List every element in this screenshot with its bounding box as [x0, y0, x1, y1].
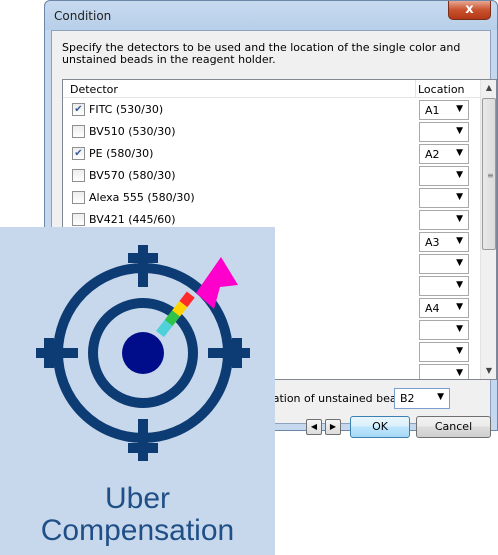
location-select[interactable]: ▼	[419, 254, 469, 274]
detector-label: Alexa 555 (580/30)	[89, 191, 195, 204]
location-select[interactable]: ▼	[419, 276, 469, 296]
detector-checkbox[interactable]	[72, 191, 85, 204]
location-select[interactable]: ▼	[419, 122, 469, 142]
close-button[interactable]: x	[448, 1, 491, 20]
unstained-beads-select[interactable]: B2 ▼	[394, 388, 450, 409]
location-select[interactable]: A2 ▼	[419, 144, 469, 164]
chevron-down-icon: ▼	[456, 280, 463, 290]
dialog-title: Condition	[54, 9, 112, 23]
detector-row: ✔ PE (580/30) A2 ▼	[63, 143, 482, 165]
chevron-down-icon: ▼	[456, 192, 463, 202]
target-arrow-icon	[36, 245, 250, 461]
scroll-thumb[interactable]: ≡	[482, 98, 496, 250]
title-bar[interactable]: Condition x	[45, 1, 497, 30]
location-value: A4	[425, 302, 440, 315]
column-divider	[415, 80, 416, 98]
scroll-down-icon[interactable]: ▼	[481, 363, 497, 379]
chevron-down-icon: ▼	[456, 170, 463, 180]
chevron-down-icon: ▼	[456, 258, 463, 268]
detector-label: PE (580/30)	[89, 147, 154, 160]
location-select[interactable]: ▼	[419, 364, 469, 379]
logo-title-line1: Uber	[104, 482, 171, 515]
location-value: A3	[425, 236, 440, 249]
chevron-down-icon: ▼	[456, 324, 463, 334]
next-button[interactable]: ▶	[325, 419, 341, 435]
location-value: A1	[425, 104, 440, 117]
close-icon: x	[465, 2, 474, 17]
chevron-down-icon: ▼	[456, 346, 463, 356]
detector-checkbox[interactable]	[72, 169, 85, 182]
list-header: Detector Location	[63, 80, 482, 98]
location-select[interactable]: A3 ▼	[419, 232, 469, 252]
location-select[interactable]: A4 ▼	[419, 298, 469, 318]
detector-label: FITC (530/30)	[89, 103, 164, 116]
detector-row: BV510 (530/30) ▼	[63, 121, 482, 143]
scroll-up-icon[interactable]: ▲	[481, 80, 497, 96]
chevron-down-icon: ▼	[456, 148, 463, 158]
logo-title-line2: Compensation	[40, 514, 235, 547]
detector-checkbox[interactable]: ✔	[72, 147, 85, 160]
instructions-text: Specify the detectors to be used and the…	[62, 41, 461, 66]
chevron-down-icon: ▼	[456, 302, 463, 312]
location-select[interactable]: ▼	[419, 188, 469, 208]
column-header-location[interactable]: Location	[418, 83, 465, 96]
detector-label: BV510 (530/30)	[89, 125, 176, 138]
detector-row: ✔ FITC (530/30) A1 ▼	[63, 99, 482, 121]
chevron-down-icon: ▼	[456, 126, 463, 136]
ok-button[interactable]: OK	[350, 416, 410, 438]
arrow-right-icon: ▶	[329, 422, 337, 431]
previous-button[interactable]: ◀	[306, 419, 322, 435]
location-select[interactable]: ▼	[419, 342, 469, 362]
chevron-down-icon: ▼	[456, 236, 463, 246]
location-select[interactable]: ▼	[419, 320, 469, 340]
grip-icon: ≡	[487, 171, 494, 180]
detector-checkbox[interactable]: ✔	[72, 103, 85, 116]
location-value: A2	[425, 148, 440, 161]
chevron-down-icon: ▼	[456, 368, 463, 378]
chevron-down-icon: ▼	[456, 104, 463, 114]
uber-compensation-logo: Uber Compensation	[0, 227, 275, 555]
location-select[interactable]: A1 ▼	[419, 100, 469, 120]
detector-row: Alexa 555 (580/30) ▼	[63, 187, 482, 209]
cancel-button[interactable]: Cancel	[416, 416, 491, 438]
chevron-down-icon: ▼	[437, 392, 444, 402]
detector-checkbox[interactable]	[72, 125, 85, 138]
chevron-down-icon: ▼	[456, 214, 463, 224]
unstained-beads-value: B2	[400, 392, 415, 405]
arrow-left-icon: ◀	[310, 422, 318, 431]
unstained-beads-label: Location of unstained beads:	[254, 392, 414, 405]
vertical-scrollbar[interactable]: ▲ ≡ ▼	[480, 80, 496, 379]
location-select[interactable]: ▼	[419, 166, 469, 186]
location-select[interactable]: ▼	[419, 210, 469, 230]
column-header-detector[interactable]: Detector	[70, 83, 118, 96]
detector-checkbox[interactable]	[72, 213, 85, 226]
detector-row: BV570 (580/30) ▼	[63, 165, 482, 187]
detector-label: BV570 (580/30)	[89, 169, 176, 182]
detector-label: BV421 (445/60)	[89, 213, 176, 226]
